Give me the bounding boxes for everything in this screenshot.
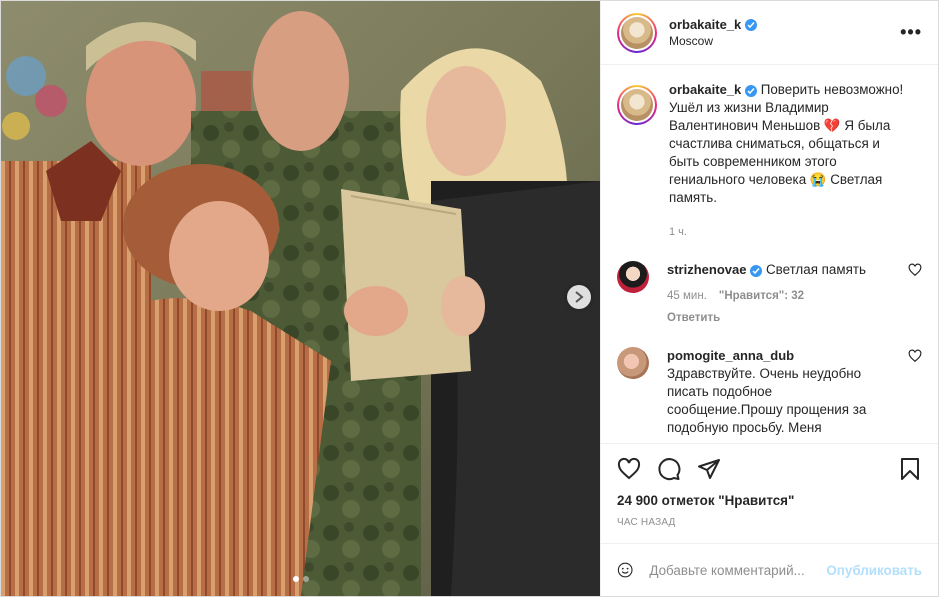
post-location[interactable]: Moscow	[669, 34, 900, 48]
reply-button[interactable]: Ответить	[667, 309, 887, 327]
emoji-icon[interactable]	[617, 558, 633, 582]
comment-time[interactable]: 45 мин.	[667, 287, 707, 305]
like-comment-heart-icon[interactable]	[908, 349, 922, 363]
like-count[interactable]: 24 900 отметок "Нравится"	[601, 493, 938, 513]
comment-item: strizhenovae Светлая память 45 мин. "Нра…	[617, 261, 922, 327]
comment-icon[interactable]	[657, 457, 681, 481]
publish-button[interactable]: Опубликовать	[826, 563, 922, 578]
verified-badge-icon	[745, 85, 757, 97]
post-caption: orbakaite_k Поверить невозможно! Ушёл из…	[617, 81, 922, 241]
chevron-right-icon	[575, 291, 584, 303]
commenter-username[interactable]: strizhenovae	[667, 262, 746, 277]
comments-section: orbakaite_k Поверить невозможно! Ушёл из…	[601, 65, 938, 443]
author-avatar[interactable]	[617, 12, 657, 53]
comment-text: Здравствуйте. Очень неудобно писать подо…	[667, 366, 867, 435]
post-timestamp[interactable]: ЧАС НАЗАД	[601, 513, 938, 543]
caption-username[interactable]: orbakaite_k	[669, 82, 741, 97]
author-username[interactable]: orbakaite_k	[669, 17, 741, 32]
comment-input[interactable]	[649, 562, 827, 578]
next-slide-button[interactable]	[567, 285, 591, 309]
comment-composer: Опубликовать	[601, 543, 938, 596]
post-header: orbakaite_k Moscow •••	[601, 1, 938, 65]
post-sidebar: orbakaite_k Moscow ••• orbakaite_k Повер…	[600, 1, 938, 596]
bookmark-icon[interactable]	[898, 457, 922, 481]
caption-time[interactable]: 1 ч.	[669, 223, 909, 241]
caption-avatar[interactable]	[617, 85, 657, 125]
carousel-indicator	[293, 576, 309, 582]
commenter-avatar[interactable]	[617, 261, 649, 293]
photo-illustration	[1, 1, 600, 596]
comment-item: pomogite_anna_dub Здравствуйте. Очень не…	[617, 347, 922, 437]
carousel-dot	[293, 576, 299, 582]
like-heart-icon[interactable]	[617, 457, 641, 481]
post-photo[interactable]	[1, 1, 600, 596]
comment-text: Светлая память	[765, 262, 866, 277]
instagram-post: orbakaite_k Moscow ••• orbakaite_k Повер…	[0, 0, 939, 597]
more-options-icon[interactable]: •••	[900, 22, 922, 43]
caption-text: Поверить невозможно! Ушёл из жизни Влади…	[669, 82, 904, 205]
commenter-username[interactable]: pomogite_anna_dub	[667, 347, 887, 365]
verified-badge-icon	[745, 18, 758, 31]
post-actions	[601, 443, 938, 493]
commenter-avatar[interactable]	[617, 347, 649, 379]
verified-badge-icon	[750, 265, 763, 277]
like-comment-heart-icon[interactable]	[908, 263, 922, 277]
comment-likes[interactable]: "Нравится": 32	[719, 287, 804, 305]
carousel-dot	[303, 576, 309, 582]
share-icon[interactable]	[697, 457, 721, 481]
